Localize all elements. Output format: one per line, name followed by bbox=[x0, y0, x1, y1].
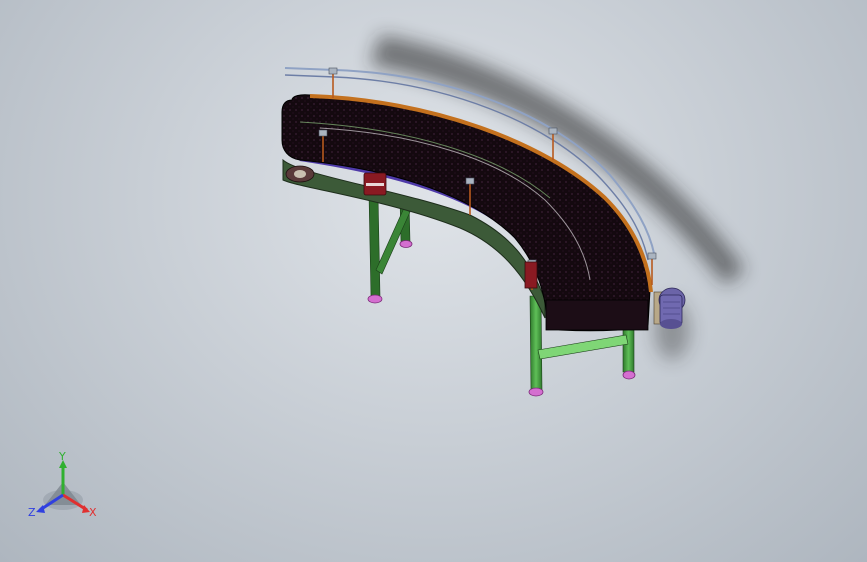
x-axis-label: X bbox=[89, 506, 97, 519]
y-axis-label: Y bbox=[58, 450, 66, 463]
z-axis-label: Z bbox=[28, 506, 36, 519]
cad-viewport[interactable]: Y X Z bbox=[0, 0, 867, 562]
orientation-triad: Y X Z bbox=[28, 450, 97, 519]
